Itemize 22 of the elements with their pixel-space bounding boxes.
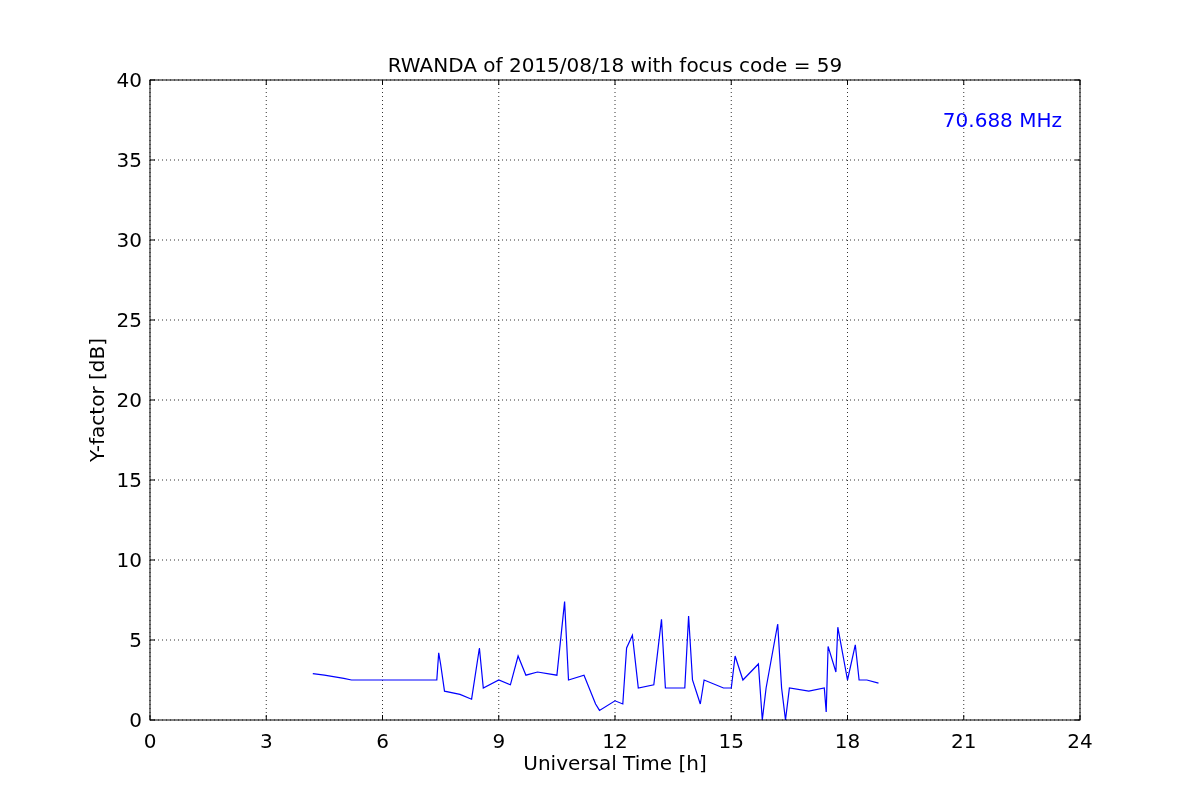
y-tick-label: 30 <box>116 228 142 252</box>
x-tick-label: 6 <box>376 729 389 753</box>
frequency-label: 70.688 MHz <box>942 108 1062 132</box>
x-axis-label: Universal Time [h] <box>523 751 707 775</box>
x-tick-label: 24 <box>1067 729 1093 753</box>
x-tick-label: 18 <box>834 729 861 753</box>
y-tick-label: 10 <box>116 548 142 572</box>
y-tick-label: 0 <box>129 708 142 732</box>
x-tick-label: 21 <box>951 729 977 753</box>
y-tick-label: 35 <box>116 148 142 172</box>
y-tick-label: 15 <box>116 468 142 492</box>
x-tick-label: 15 <box>718 729 744 753</box>
y-axis-label: Y-factor [dB] <box>85 338 109 462</box>
x-tick-label: 9 <box>492 729 506 753</box>
y-tick-label: 20 <box>116 388 142 412</box>
x-tick-label: 12 <box>602 729 628 753</box>
y-tick-label: 5 <box>129 628 142 652</box>
y-tick-label: 40 <box>116 68 142 92</box>
x-tick-label: 3 <box>259 729 273 753</box>
chart-title: RWANDA of 2015/08/18 with focus code = 59 <box>387 53 843 77</box>
x-tick-label: 0 <box>143 729 157 753</box>
y-tick-label: 25 <box>116 308 142 332</box>
